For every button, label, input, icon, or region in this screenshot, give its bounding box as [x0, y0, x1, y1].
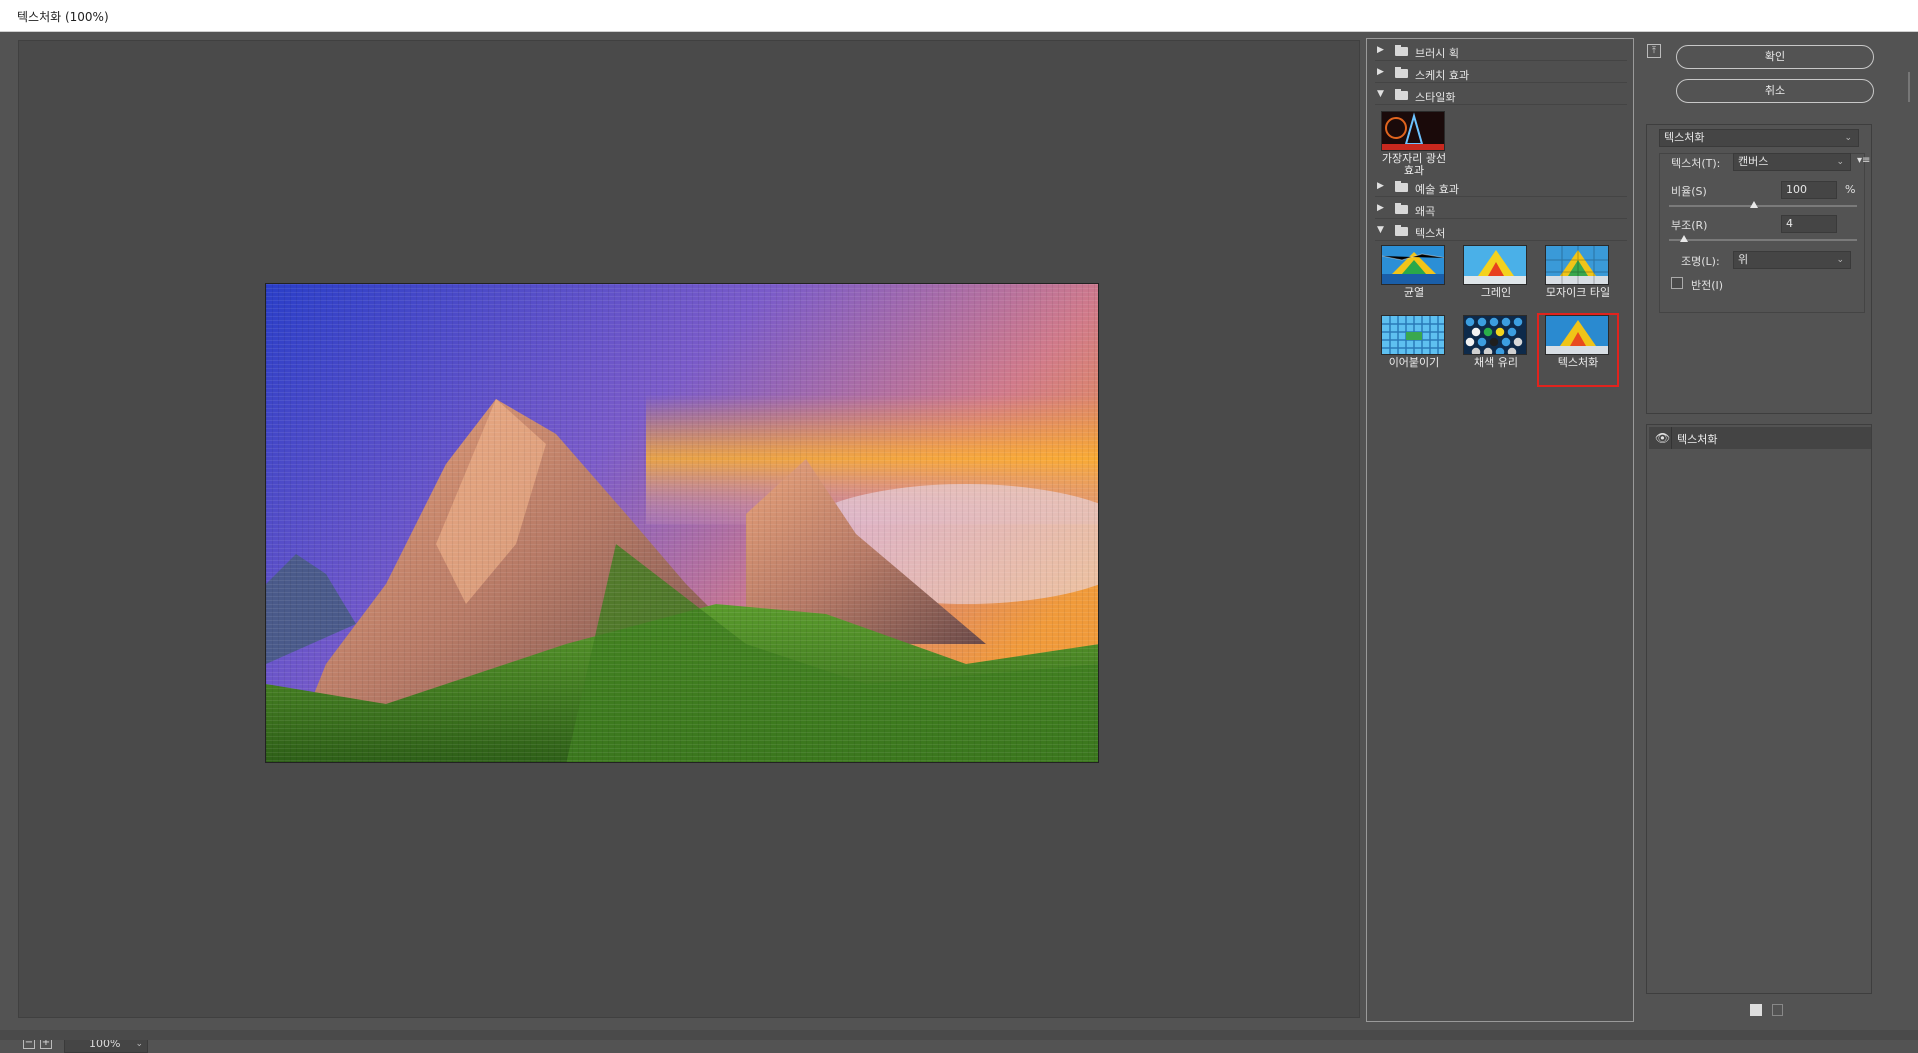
- expand-arrow-icon: ▶: [1377, 67, 1384, 77]
- thumb-image: [1463, 245, 1527, 285]
- relief-slider-knob[interactable]: [1680, 235, 1689, 242]
- new-effect-layer-icon[interactable]: [1750, 1004, 1762, 1016]
- scale-unit: %: [1845, 183, 1856, 196]
- effect-layers-panel: 👁 텍스처화: [1646, 424, 1872, 994]
- filter-gallery-dialog: − + 100% ⌄ ▶ 브러시 획 ▶ 스케치 효과 ▼ 스타일화 가장자리 …: [0, 32, 1918, 1053]
- folder-icon: [1395, 67, 1408, 78]
- expand-arrow-icon: ▶: [1377, 181, 1384, 191]
- settings-panel: ⤒ 확인 취소 텍스처화 ⌄ 텍스처(T): 캔버스 ⌄ ▾≡ 비율(S) 10…: [1640, 32, 1918, 1040]
- divider: [1671, 427, 1672, 449]
- effect-layer-row[interactable]: 👁 텍스처화: [1649, 427, 1871, 449]
- scale-input[interactable]: 100: [1781, 181, 1837, 199]
- window-titlebar: 텍스처화 (100%): [0, 0, 1918, 32]
- folder-icon: [1395, 45, 1408, 56]
- category-brush-strokes[interactable]: ▶ 브러시 획: [1375, 41, 1627, 61]
- thumb-image: [1381, 111, 1445, 151]
- window-edge: [1908, 72, 1916, 102]
- folder-icon: [1395, 225, 1408, 236]
- filter-thumb-glowing-edges[interactable]: 가장자리 광선 효과: [1375, 111, 1453, 181]
- filter-select-value: 텍스처화: [1664, 131, 1705, 144]
- filter-thumb-craquelure[interactable]: 균열: [1375, 245, 1453, 315]
- texture-select-value: 캔버스: [1738, 155, 1769, 168]
- category-stylize[interactable]: ▼ 스타일화: [1375, 85, 1627, 105]
- thumb-image: [1463, 315, 1527, 355]
- preview-area[interactable]: [18, 40, 1360, 1018]
- filter-settings: 텍스처화 ⌄ 텍스처(T): 캔버스 ⌄ ▾≡ 비율(S) 100 % 부조(R…: [1646, 124, 1872, 414]
- category-sketch[interactable]: ▶ 스케치 효과: [1375, 63, 1627, 83]
- folder-icon: [1395, 181, 1408, 192]
- relief-label: 부조(R): [1671, 219, 1708, 232]
- filter-list-panel[interactable]: ▶ 브러시 획 ▶ 스케치 효과 ▼ 스타일화 가장자리 광선 효과 ▶ 예술 …: [1366, 38, 1634, 1022]
- thumb-label: 가장자리 광선 효과: [1381, 152, 1447, 177]
- filter-thumb-grain[interactable]: 그레인: [1457, 245, 1535, 315]
- invert-label: 반전(I): [1691, 279, 1724, 292]
- scale-slider-knob[interactable]: [1749, 201, 1758, 208]
- chevron-down-icon: ⌄: [1836, 157, 1844, 167]
- texture-label: 텍스처(T):: [1671, 157, 1721, 170]
- collapse-arrow-icon: ▼: [1377, 89, 1384, 99]
- chevron-down-icon: ⌄: [1836, 255, 1844, 265]
- category-label: 스타일화: [1415, 91, 1456, 104]
- texture-menu-icon[interactable]: ▾≡: [1857, 155, 1870, 166]
- texture-select[interactable]: 캔버스 ⌄: [1733, 153, 1851, 171]
- category-label: 브러시 획: [1415, 47, 1459, 60]
- folder-icon: [1395, 89, 1408, 100]
- category-label: 왜곡: [1415, 205, 1436, 218]
- light-select[interactable]: 위 ⌄: [1733, 251, 1851, 269]
- light-select-value: 위: [1738, 253, 1749, 266]
- category-artistic[interactable]: ▶ 예술 효과: [1375, 177, 1627, 197]
- scale-slider-track[interactable]: [1669, 205, 1857, 207]
- status-bar: [0, 1030, 1918, 1040]
- thumb-label: 이어붙이기: [1388, 356, 1440, 369]
- scale-label: 비율(S): [1671, 185, 1707, 198]
- preview-image[interactable]: [265, 283, 1099, 763]
- collapse-icon[interactable]: ⤒: [1647, 44, 1661, 58]
- filter-select[interactable]: 텍스처화 ⌄: [1659, 129, 1859, 147]
- thumb-image: [1381, 315, 1445, 355]
- relief-input[interactable]: 4: [1781, 215, 1837, 233]
- expand-arrow-icon: ▶: [1377, 203, 1384, 213]
- category-label: 텍스처: [1415, 227, 1446, 240]
- delete-layer-icon[interactable]: [1772, 1004, 1783, 1016]
- window-title: 텍스처화 (100%): [17, 10, 109, 24]
- category-distort[interactable]: ▶ 왜곡: [1375, 199, 1627, 219]
- folder-icon: [1395, 203, 1408, 214]
- effect-layer-label: 텍스처화: [1677, 433, 1718, 446]
- expand-arrow-icon: ▶: [1377, 45, 1384, 55]
- thumb-label: 모자이크 타일: [1545, 286, 1611, 299]
- filter-thumb-texturizer[interactable]: 텍스처화: [1537, 313, 1619, 387]
- cancel-button[interactable]: 취소: [1676, 79, 1874, 103]
- thumb-label: 균열: [1403, 286, 1425, 299]
- invert-checkbox[interactable]: [1671, 277, 1683, 289]
- collapse-arrow-icon: ▼: [1377, 225, 1384, 235]
- thumb-label: 텍스처화: [1557, 356, 1599, 369]
- filter-thumb-stained-glass[interactable]: 채색 유리: [1457, 315, 1535, 385]
- category-label: 예술 효과: [1415, 183, 1459, 196]
- thumb-label: 그레인: [1480, 286, 1512, 299]
- thumb-image: [1545, 245, 1609, 285]
- thumb-image: [1381, 245, 1445, 285]
- thumb-image: [1545, 315, 1609, 355]
- light-label: 조명(L):: [1681, 255, 1720, 268]
- filter-thumb-patchwork[interactable]: 이어붙이기: [1375, 315, 1453, 385]
- options-group: [1659, 153, 1865, 313]
- category-label: 스케치 효과: [1415, 69, 1470, 82]
- eye-icon[interactable]: 👁: [1655, 431, 1670, 445]
- category-texture[interactable]: ▼ 텍스처: [1375, 221, 1627, 241]
- thumb-label: 채색 유리: [1474, 356, 1518, 369]
- ok-button[interactable]: 확인: [1676, 45, 1874, 69]
- filter-thumb-mosaic-tiles[interactable]: 모자이크 타일: [1539, 245, 1617, 315]
- chevron-down-icon: ⌄: [1844, 133, 1852, 143]
- relief-slider-track[interactable]: [1669, 239, 1857, 241]
